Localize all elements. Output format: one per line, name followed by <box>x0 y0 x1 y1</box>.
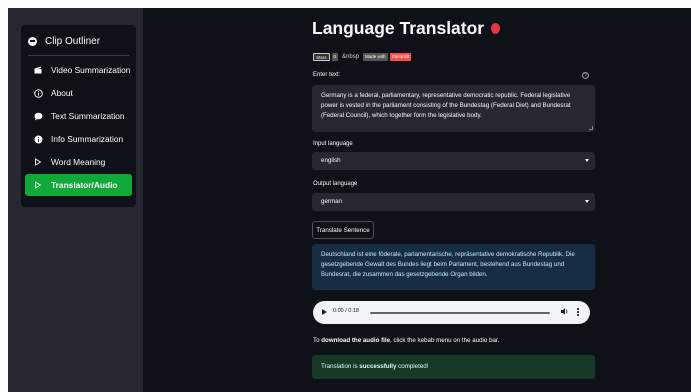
page-title: Language Translator <box>312 18 500 39</box>
enter-text-label: Enter text: <box>313 72 341 78</box>
sidebar: Clip Outliner Video Summarization About <box>8 8 143 392</box>
chat-bubble-icon <box>28 36 37 46</box>
menu-divider <box>28 55 129 56</box>
audio-progress-bar[interactable] <box>370 312 550 314</box>
play-icon[interactable] <box>322 309 327 315</box>
audio-player[interactable]: 0:00 / 0:18 <box>313 301 590 324</box>
page-title-text: Language Translator <box>312 18 485 38</box>
success-prefix: Translation is <box>321 363 360 370</box>
made-with-badge: Made with <box>363 52 388 61</box>
chat-bubble-icon <box>33 112 43 121</box>
sidebar-item-label: Word Meaning <box>51 157 106 167</box>
option-menu: Clip Outliner Video Summarization About <box>21 25 136 207</box>
success-suffix: completed! <box>396 363 429 370</box>
badge-row: Stars 0 &nbsp Made with Streamlit <box>313 52 412 61</box>
sidebar-item-label: Text Summarization <box>51 111 125 121</box>
input-language-value: english <box>321 157 341 164</box>
main-content: Language Translator Stars 0 &nbsp Made w… <box>308 8 598 392</box>
sidebar-item-word-meaning[interactable]: Word Meaning <box>25 151 132 173</box>
note-bold: download the audio file <box>321 337 391 344</box>
sidebar-item-about[interactable]: About <box>25 82 132 104</box>
sidebar-item-info-summarization[interactable]: Info Summarization <box>25 128 132 150</box>
translated-text: Deutschland ist eine föderale, parlament… <box>321 251 575 278</box>
streamlit-badge[interactable]: Streamlit <box>389 52 412 61</box>
output-language-select[interactable]: german <box>312 193 595 211</box>
clapper-icon <box>33 66 43 74</box>
volume-icon[interactable] <box>560 307 569 319</box>
kebab-menu-icon[interactable] <box>577 308 579 317</box>
resize-handle-icon[interactable] <box>589 126 593 130</box>
sidebar-item-label: Video Summarization <box>51 65 131 75</box>
input-language-label: Input language <box>313 141 353 147</box>
source-text-area[interactable]: Germany is a federal, parliamentary, rep… <box>312 85 595 132</box>
translation-result: Deutschland ist eine föderale, parlament… <box>312 244 595 290</box>
info-filled-icon <box>33 135 43 144</box>
sidebar-item-label: Info Summarization <box>51 134 124 144</box>
chevron-down-icon <box>585 159 589 162</box>
source-text: Germany is a federal, parliamentary, rep… <box>321 92 571 119</box>
help-icon[interactable]: ? <box>582 72 589 79</box>
chevron-down-icon <box>585 200 589 203</box>
sidebar-item-translator-audio[interactable]: Translator/Audio <box>25 174 132 196</box>
nbsp-text: &nbsp <box>342 53 360 60</box>
play-outline-icon <box>33 181 43 189</box>
output-language-value: german <box>321 198 342 205</box>
sidebar-item-label: Translator/Audio <box>51 180 118 190</box>
sidebar-item-text-summarization[interactable]: Text Summarization <box>25 105 132 127</box>
success-bold: successfully <box>359 363 397 370</box>
translate-button[interactable]: Translate Sentence <box>312 221 374 239</box>
menu-title-label: Clip Outliner <box>45 35 101 47</box>
input-language-select[interactable]: english <box>312 152 595 170</box>
app-window: Clip Outliner Video Summarization About <box>8 8 691 392</box>
sidebar-item-video-summarization[interactable]: Video Summarization <box>25 59 132 81</box>
download-note: To download the audio file, click the ke… <box>313 337 499 344</box>
success-alert: Translation is successfully completed! <box>312 355 595 379</box>
balloon-icon <box>491 23 500 34</box>
note-suffix: , click the kebab menu on the audio bar. <box>390 337 500 344</box>
play-outline-icon <box>33 158 43 166</box>
output-language-label: Output language <box>313 181 358 187</box>
menu-title: Clip Outliner <box>21 31 136 51</box>
github-stars-badge[interactable]: Stars <box>313 52 330 61</box>
star-count-badge: 0 <box>331 52 339 61</box>
audio-time: 0:00 / 0:18 <box>333 308 359 314</box>
info-circle-icon <box>33 88 43 98</box>
sidebar-item-label: About <box>51 88 73 98</box>
